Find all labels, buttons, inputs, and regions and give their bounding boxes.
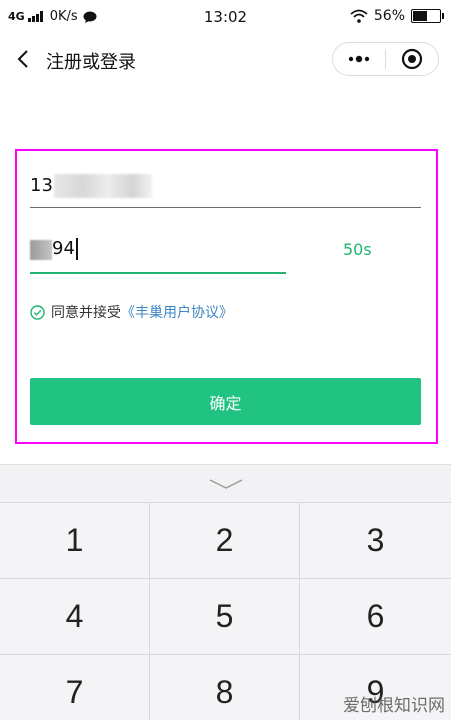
user-agreement-link[interactable]: 《丰巢用户协议》 bbox=[121, 302, 233, 322]
chevron-left-icon bbox=[17, 50, 28, 68]
site-watermark: 爱刨根知识网 bbox=[343, 696, 445, 716]
confirm-button[interactable]: 确定 bbox=[30, 378, 421, 425]
agreement-text: 同意并接受 bbox=[51, 305, 121, 321]
phone-input[interactable]: 13 bbox=[30, 170, 421, 208]
close-mini-program-button[interactable] bbox=[386, 43, 438, 75]
chevron-down-icon bbox=[209, 478, 242, 489]
nav-bar: 注册或登录 bbox=[0, 34, 451, 84]
key-5[interactable]: 5 bbox=[150, 578, 300, 654]
battery-icon bbox=[411, 9, 444, 23]
wifi-icon bbox=[350, 9, 368, 23]
keypad-grid: 1 2 3 4 5 6 7 8 9 bbox=[0, 502, 451, 720]
back-button[interactable] bbox=[8, 44, 38, 74]
verification-code-input[interactable]: 94 bbox=[30, 234, 286, 274]
battery-percent: 56% bbox=[373, 8, 405, 24]
key-3[interactable]: 3 bbox=[300, 502, 451, 578]
code-redaction-blur bbox=[30, 240, 52, 260]
code-input-value: 94 bbox=[52, 238, 75, 259]
battery-fill bbox=[413, 11, 427, 21]
more-button[interactable] bbox=[333, 43, 385, 75]
status-right: 56% bbox=[350, 8, 444, 24]
phone-redaction-blur bbox=[54, 174, 152, 198]
numeric-keyboard: 1 2 3 4 5 6 7 8 9 bbox=[0, 464, 451, 720]
key-6[interactable]: 6 bbox=[300, 578, 451, 654]
keyboard-collapse-button[interactable] bbox=[0, 465, 451, 502]
target-close-icon bbox=[401, 48, 423, 70]
key-1[interactable]: 1 bbox=[0, 502, 150, 578]
code-input-value-wrap: 94 bbox=[52, 238, 78, 260]
check-circle-icon[interactable] bbox=[30, 304, 45, 320]
page-title: 注册或登录 bbox=[46, 52, 136, 73]
key-2[interactable]: 2 bbox=[150, 502, 300, 578]
phone-input-value: 13 bbox=[30, 175, 53, 196]
agreement-row[interactable]: 同意并接受 《丰巢用户协议》 bbox=[30, 302, 233, 322]
mini-program-capsule bbox=[332, 42, 439, 76]
resend-countdown: 50s bbox=[343, 240, 372, 259]
key-8[interactable]: 8 bbox=[150, 654, 300, 720]
key-7[interactable]: 7 bbox=[0, 654, 150, 720]
more-dots-icon bbox=[348, 55, 370, 63]
text-caret bbox=[75, 238, 78, 260]
status-bar: 4G 0K/s 13:02 56% bbox=[0, 0, 451, 34]
key-4[interactable]: 4 bbox=[0, 578, 150, 654]
